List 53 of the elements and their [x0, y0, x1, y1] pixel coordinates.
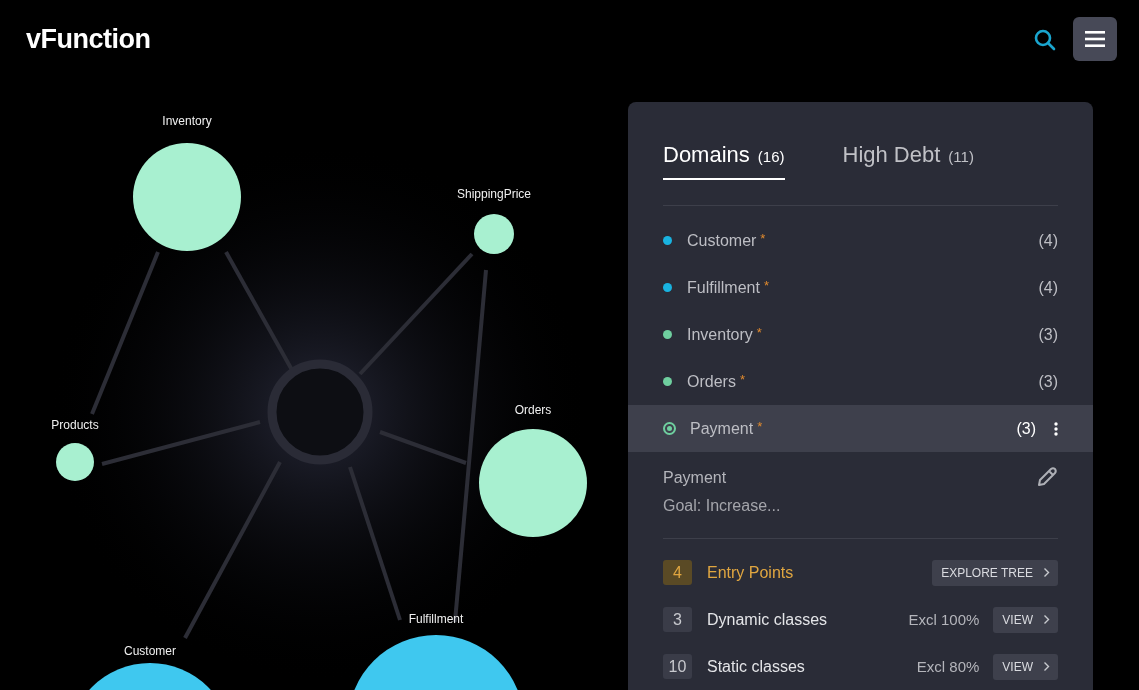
domain-node[interactable]: [479, 429, 587, 537]
node-label: Orders: [514, 403, 552, 417]
tab[interactable]: Domains (16): [663, 142, 785, 180]
exclusion-text: Excl 80%: [916, 658, 980, 675]
tab[interactable]: High Debt (11): [842, 142, 974, 180]
count-badge: 10: [663, 654, 692, 679]
domain-count: (4): [1038, 231, 1058, 250]
view-button[interactable]: VIEW: [993, 653, 1058, 680]
domain-node[interactable]: [133, 143, 241, 251]
node-label: Products: [51, 418, 99, 432]
asterisk-mark: *: [756, 325, 762, 340]
pencil-icon[interactable]: [1036, 466, 1058, 488]
asterisk-mark: *: [739, 372, 745, 387]
menu-button[interactable]: [1073, 17, 1117, 61]
metric-label: Static classes: [707, 657, 805, 676]
domain-name: Fulfillment: [687, 278, 760, 297]
chevron-right-icon: [1043, 661, 1050, 672]
count-badge: 4: [663, 560, 692, 585]
domain-node[interactable]: [474, 214, 514, 254]
domain-name: Inventory: [687, 325, 753, 344]
node-label: Inventory: [162, 114, 212, 128]
domain-name: Payment: [690, 419, 754, 438]
domain-row[interactable]: Fulfillment * (4): [628, 264, 1093, 311]
domain-name: Orders: [687, 372, 736, 391]
asterisk-mark: *: [763, 278, 769, 293]
domain-count: (3): [1038, 372, 1058, 391]
logo: vFunction: [26, 23, 151, 55]
domain-node[interactable]: [56, 443, 94, 481]
asterisk-mark: *: [760, 231, 766, 246]
node-label: ShippingPrice: [457, 187, 531, 201]
domain-name: Customer: [687, 231, 757, 250]
chevron-right-icon: [1043, 567, 1050, 578]
view-button[interactable]: EXPLORE TREE: [932, 559, 1058, 586]
search-icon[interactable]: [1033, 28, 1057, 52]
node-label: Fulfillment: [408, 612, 464, 626]
asterisk-mark: *: [757, 419, 763, 434]
count-badge: 3: [663, 607, 692, 632]
domain-count: (3): [1016, 419, 1036, 438]
metric-label: Dynamic classes: [707, 610, 828, 629]
node-label: Customer: [124, 644, 176, 658]
domain-title: Payment: [663, 468, 728, 488]
domain-row[interactable]: Customer * (4): [628, 217, 1093, 264]
chevron-right-icon: [1043, 614, 1050, 625]
metric-label: Entry Points: [707, 563, 794, 582]
domain-count: (4): [1038, 278, 1058, 297]
domain-goal: Goal: Increase...: [663, 496, 781, 516]
menu-icon: [1085, 30, 1105, 48]
exclusion-text: Excl 100%: [908, 611, 980, 628]
domain-count: (3): [1038, 325, 1058, 344]
domain-row[interactable]: Orders * (3): [628, 358, 1093, 405]
domain-row[interactable]: Inventory * (3): [628, 311, 1093, 358]
domain-row[interactable]: Payment * (3): [628, 405, 1093, 452]
view-button[interactable]: VIEW: [993, 606, 1058, 633]
